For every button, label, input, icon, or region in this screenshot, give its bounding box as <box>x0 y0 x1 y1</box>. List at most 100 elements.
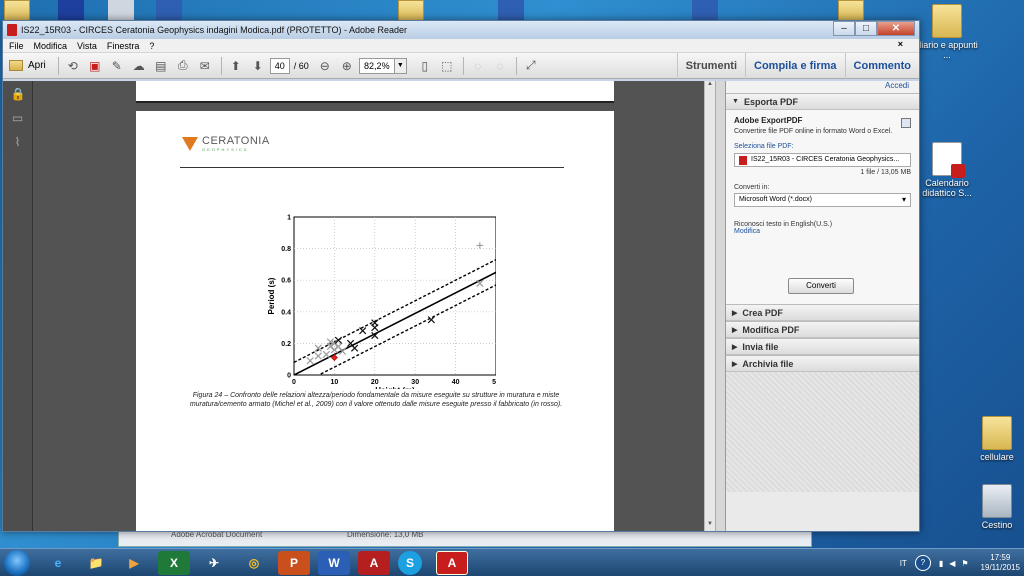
save-icon[interactable]: ▤ <box>151 56 171 76</box>
section-title: Esporta PDF <box>743 96 798 107</box>
section-esporta-pdf[interactable]: ▼ Esporta PDF <box>726 93 919 110</box>
adobe-reader-taskbar-icon[interactable]: A <box>436 551 468 575</box>
y-tick-label: 0 <box>287 373 291 380</box>
help-icon[interactable]: ? <box>914 555 931 571</box>
expand-right-icon: ▶ <box>732 360 738 368</box>
edit-icon[interactable]: ✎ <box>107 56 127 76</box>
convert-format-select[interactable]: Microsoft Word (*.docx) <box>734 193 911 207</box>
desktop-partial-icon-8[interactable] <box>838 0 864 22</box>
powerpoint-icon[interactable]: P <box>278 551 310 575</box>
zoom-dropdown-arrow[interactable]: ▼ <box>394 57 407 74</box>
scroll-down-arrow[interactable]: ▼ <box>705 521 715 531</box>
network-icon[interactable]: ▮ <box>939 559 943 568</box>
email-icon[interactable]: ✉ <box>195 56 215 76</box>
export-info-icon[interactable] <box>901 118 911 128</box>
menu-modifica[interactable]: Modifica <box>34 41 68 51</box>
flag-icon[interactable]: ⚑ <box>961 559 968 568</box>
open-button[interactable]: Apri <box>9 60 46 71</box>
volume-icon[interactable]: ◀ <box>949 559 955 568</box>
print-icon[interactable]: ⎙ <box>173 56 193 76</box>
minimize-button[interactable]: – <box>833 21 855 36</box>
skype-icon[interactable]: S <box>398 551 422 575</box>
maximize-button[interactable]: □ <box>855 21 877 36</box>
word-icon[interactable]: W <box>318 551 350 575</box>
x-tick-label: 10 <box>331 379 339 386</box>
desktop-partial-icon-6[interactable] <box>498 0 524 22</box>
media-player-icon[interactable]: ▶ <box>118 551 150 575</box>
desktop-partial-icon-2[interactable] <box>58 0 84 22</box>
desktop-icon-cestino[interactable]: Cestino <box>962 484 1024 530</box>
acrobat-taskbar-icon[interactable]: A <box>358 551 390 575</box>
desktop-icon-diario[interactable]: diario e appunti ... <box>912 4 982 60</box>
comment-icon: ◌ <box>474 58 482 73</box>
window-controls: – □ ✕ <box>833 21 915 36</box>
previous-page-icon[interactable]: ⬆ <box>226 56 246 76</box>
desktop-icon-cellulare[interactable]: cellulare <box>962 416 1024 462</box>
selected-file-field[interactable]: IS22_15R03 - CIRCES Ceratonia Geophysics… <box>734 153 911 167</box>
zoom-in-icon[interactable]: ⊕ <box>337 56 357 76</box>
chrome-icon[interactable]: ◎ <box>238 551 270 575</box>
lock-icon[interactable]: 🔒 <box>11 87 26 101</box>
desktop-partial-icon-5[interactable] <box>398 0 424 22</box>
vertical-scrollbar[interactable]: ▲ ▼ <box>704 81 715 531</box>
menu-bar: File Modifica Vista Finestra ? × <box>3 39 919 53</box>
title-bar[interactable]: IS22_15R03 - CIRCES Ceratonia Geophysics… <box>3 21 919 39</box>
desktop-partial-icon-4[interactable] <box>156 0 182 22</box>
start-button[interactable] <box>4 550 30 576</box>
section-invia-file[interactable]: ▶ Invia file <box>726 338 919 355</box>
desktop-partial-icon-7[interactable] <box>692 0 718 22</box>
clock[interactable]: 17:59 19/11/2015 <box>981 553 1020 573</box>
attachment-icon[interactable]: ⌇ <box>11 135 25 149</box>
paper-plane-icon[interactable]: ✈ <box>198 551 230 575</box>
header-rule <box>180 167 564 168</box>
desktop-icon-calendario[interactable]: Calendario didattico S... <box>912 142 982 198</box>
compila-e-firma-link[interactable]: Compila e firma <box>745 53 845 79</box>
highlight-icon: ◌ <box>496 58 504 73</box>
accedi-link[interactable]: Accedi <box>726 81 919 93</box>
fit-width-icon[interactable]: ⬚ <box>437 56 457 76</box>
strumenti-link[interactable]: Strumenti <box>676 53 745 79</box>
y-tick-label: 0.2 <box>281 341 291 348</box>
excel-icon[interactable]: X <box>158 551 190 575</box>
page-number-input[interactable]: 40 <box>269 57 290 74</box>
section-archivia-file[interactable]: ▶ Archivia file <box>726 355 919 372</box>
desktop-icon-label: Calendario didattico S... <box>922 178 972 198</box>
desktop-icon-label: cellulare <box>980 452 1014 462</box>
next-page-icon[interactable]: ⬇ <box>248 56 268 76</box>
create-pdf-icon[interactable]: ⟲ <box>63 56 83 76</box>
acrobat-icon[interactable]: ▣ <box>85 56 105 76</box>
internet-explorer-icon[interactable]: e <box>42 551 74 575</box>
close-document-button[interactable]: × <box>898 39 903 49</box>
window-title: IS22_15R03 - CIRCES Ceratonia Geophysics… <box>21 25 408 35</box>
full-screen-icon[interactable]: ⤢ <box>521 56 541 76</box>
cloud-upload-icon[interactable]: ☁ <box>129 56 149 76</box>
desktop-partial-icon-3[interactable] <box>108 0 134 22</box>
close-window-button[interactable]: ✕ <box>877 21 915 36</box>
menu-help[interactable]: ? <box>149 41 154 51</box>
commento-link[interactable]: Commento <box>844 53 919 79</box>
scroll-up-arrow[interactable]: ▲ <box>705 81 715 91</box>
modifica-link[interactable]: Modifica <box>734 228 911 235</box>
menu-finestra[interactable]: Finestra <box>107 41 140 51</box>
section-crea-pdf[interactable]: ▶ Crea PDF <box>726 304 919 321</box>
pane-splitter[interactable] <box>715 81 725 531</box>
export-service-name: Adobe ExportPDF <box>734 116 803 125</box>
document-view[interactable]: CERATONIA GEOPHYSICS 0102030405000.20.40… <box>33 81 715 531</box>
y-axis-label: Period (s) <box>267 277 276 314</box>
menu-file[interactable]: File <box>9 41 24 51</box>
language-indicator[interactable]: IT <box>900 559 907 568</box>
convert-button[interactable]: Converti <box>788 278 854 294</box>
fit-page-icon[interactable]: ▯ <box>415 56 435 76</box>
x-tick-label: 20 <box>371 379 379 386</box>
file-explorer-icon[interactable]: 📁 <box>80 551 112 575</box>
logo-name: CERATONIA <box>202 135 270 147</box>
desktop-partial-icon-1[interactable] <box>4 0 30 22</box>
select-file-label: Seleziona file PDF: <box>734 143 794 150</box>
menu-vista[interactable]: Vista <box>77 41 97 51</box>
zoom-input[interactable]: 82,2% <box>358 57 395 74</box>
adobe-reader-icon <box>7 24 17 36</box>
task-links: Strumenti Compila e firma Commento <box>676 53 919 79</box>
zoom-out-icon[interactable]: ⊖ <box>315 56 335 76</box>
pages-icon[interactable]: ▭ <box>11 111 25 125</box>
section-modifica-pdf[interactable]: ▶ Modifica PDF <box>726 321 919 338</box>
